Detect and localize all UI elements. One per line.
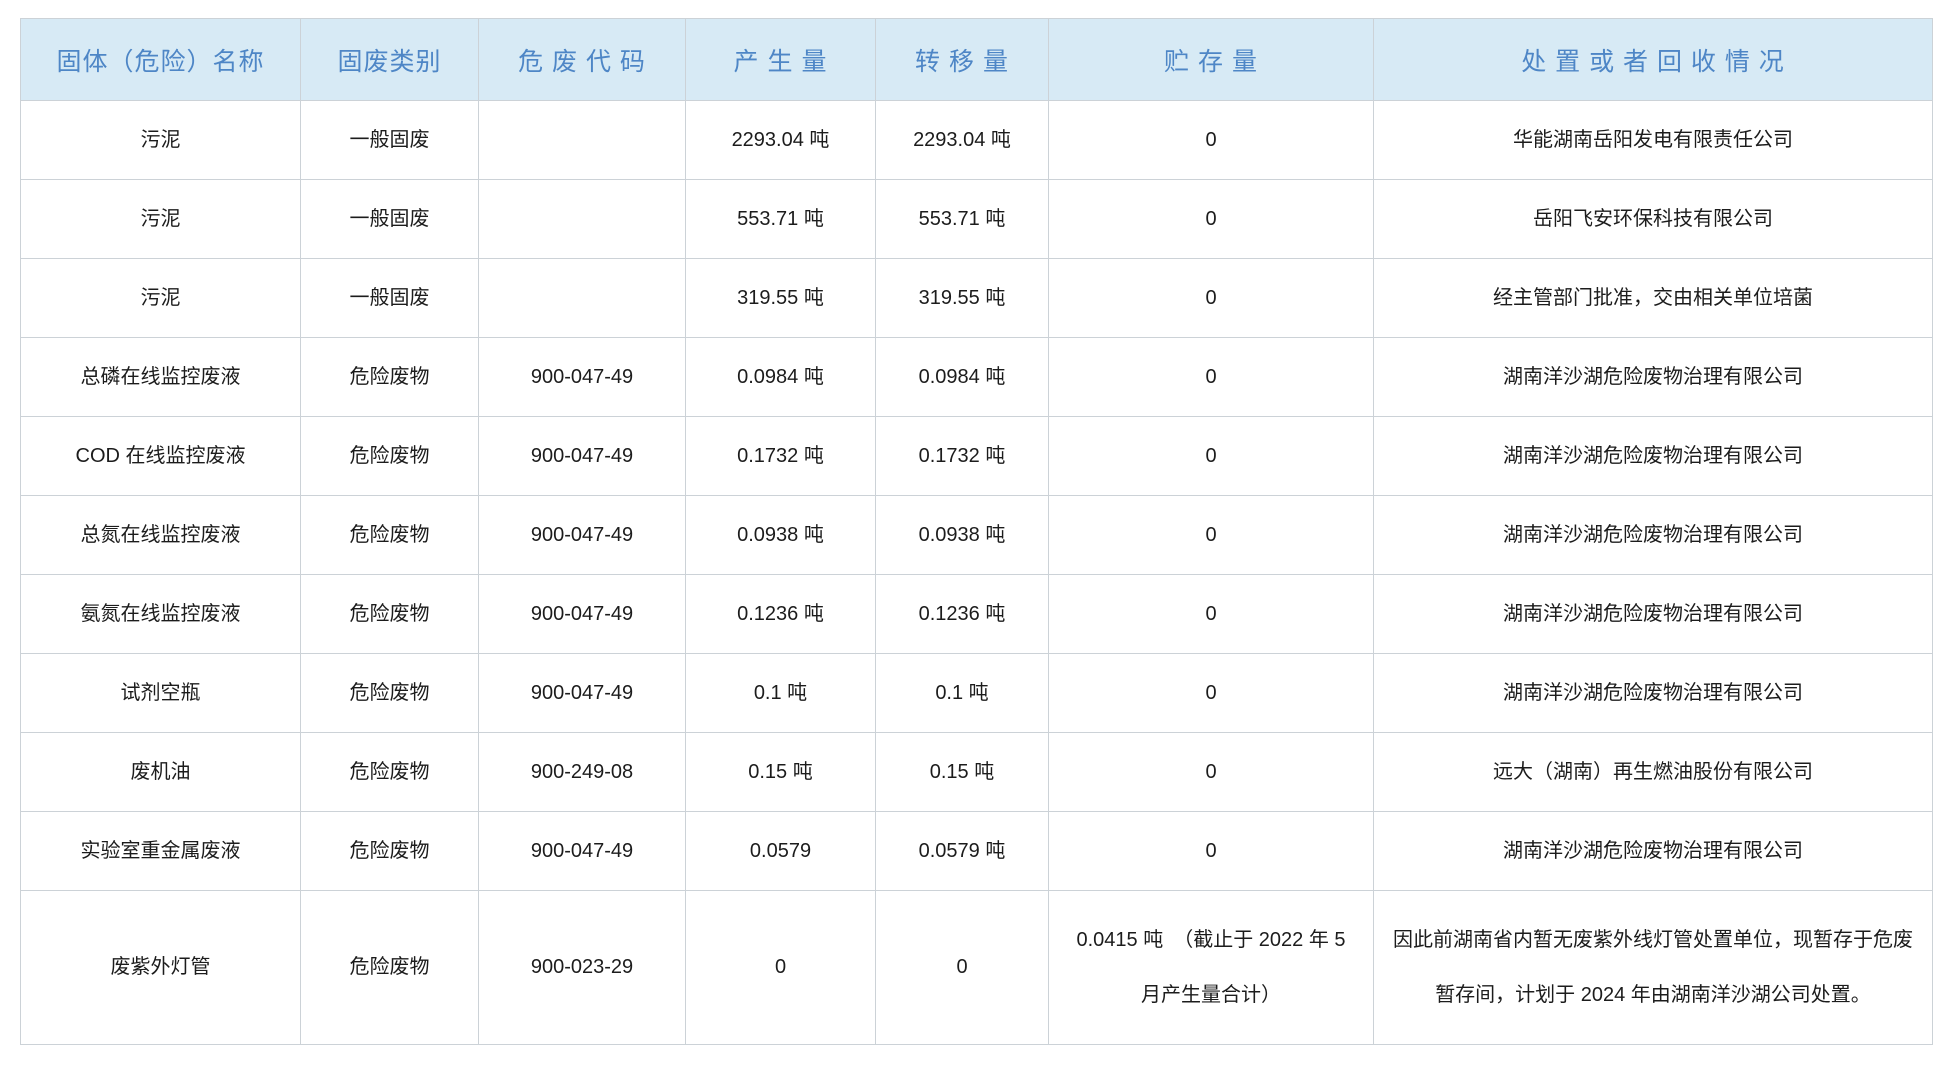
header-code: 危 废 代 码 (479, 19, 686, 101)
cell-transferred: 0.0579 吨 (876, 812, 1049, 891)
cell-category: 一般固废 (301, 101, 479, 180)
cell-produced: 0.1 吨 (686, 654, 876, 733)
cell-disposal: 远大（湖南）再生燃油股份有限公司 (1374, 733, 1933, 812)
cell-produced: 319.55 吨 (686, 259, 876, 338)
table-row: 污泥一般固废2293.04 吨2293.04 吨0华能湖南岳阳发电有限责任公司 (21, 101, 1933, 180)
cell-produced: 0.15 吨 (686, 733, 876, 812)
cell-stored: 0 (1049, 259, 1374, 338)
table-row: 总磷在线监控废液危险废物900-047-490.0984 吨0.0984 吨0湖… (21, 338, 1933, 417)
cell-transferred: 0.1 吨 (876, 654, 1049, 733)
cell-transferred: 553.71 吨 (876, 180, 1049, 259)
table-row: 废机油危险废物900-249-080.15 吨0.15 吨0远大（湖南）再生燃油… (21, 733, 1933, 812)
cell-name: 废紫外灯管 (21, 891, 301, 1045)
cell-transferred: 0 (876, 891, 1049, 1045)
cell-code (479, 101, 686, 180)
cell-transferred: 0.15 吨 (876, 733, 1049, 812)
cell-category: 危险废物 (301, 338, 479, 417)
table-row: 废紫外灯管危险废物900-023-29000.0415 吨 （截止于 2022 … (21, 891, 1933, 1045)
cell-produced: 0.0984 吨 (686, 338, 876, 417)
cell-code (479, 180, 686, 259)
cell-name: 总氮在线监控废液 (21, 496, 301, 575)
cell-category: 危险废物 (301, 417, 479, 496)
cell-disposal: 湖南洋沙湖危险废物治理有限公司 (1374, 338, 1933, 417)
cell-code: 900-047-49 (479, 575, 686, 654)
cell-produced: 0.1236 吨 (686, 575, 876, 654)
cell-stored: 0 (1049, 575, 1374, 654)
cell-name: 实验室重金属废液 (21, 812, 301, 891)
table-row: COD 在线监控废液危险废物900-047-490.1732 吨0.1732 吨… (21, 417, 1933, 496)
cell-name: 总磷在线监控废液 (21, 338, 301, 417)
table-body: 污泥一般固废2293.04 吨2293.04 吨0华能湖南岳阳发电有限责任公司污… (21, 101, 1933, 1045)
cell-category: 危险废物 (301, 812, 479, 891)
cell-disposal: 湖南洋沙湖危险废物治理有限公司 (1374, 496, 1933, 575)
cell-name: 污泥 (21, 101, 301, 180)
cell-code: 900-023-29 (479, 891, 686, 1045)
cell-produced: 0.0938 吨 (686, 496, 876, 575)
cell-stored: 0 (1049, 338, 1374, 417)
cell-category: 危险废物 (301, 575, 479, 654)
cell-code: 900-047-49 (479, 338, 686, 417)
cell-disposal: 华能湖南岳阳发电有限责任公司 (1374, 101, 1933, 180)
cell-stored: 0.0415 吨 （截止于 2022 年 5 月产生量合计） (1049, 891, 1374, 1045)
table-row: 污泥一般固废553.71 吨553.71 吨0岳阳飞安环保科技有限公司 (21, 180, 1933, 259)
header-name: 固体（危险）名称 (21, 19, 301, 101)
cell-category: 一般固废 (301, 259, 479, 338)
cell-transferred: 2293.04 吨 (876, 101, 1049, 180)
cell-code: 900-047-49 (479, 654, 686, 733)
cell-transferred: 0.1236 吨 (876, 575, 1049, 654)
cell-produced: 0.0579 (686, 812, 876, 891)
header-category: 固废类别 (301, 19, 479, 101)
cell-disposal: 岳阳飞安环保科技有限公司 (1374, 180, 1933, 259)
cell-produced: 0 (686, 891, 876, 1045)
cell-category: 危险废物 (301, 496, 479, 575)
cell-category: 危险废物 (301, 891, 479, 1045)
cell-name: 污泥 (21, 180, 301, 259)
cell-stored: 0 (1049, 654, 1374, 733)
table-row: 实验室重金属废液危险废物900-047-490.05790.0579 吨0湖南洋… (21, 812, 1933, 891)
cell-code: 900-047-49 (479, 417, 686, 496)
cell-disposal: 经主管部门批准，交由相关单位培菌 (1374, 259, 1933, 338)
cell-transferred: 319.55 吨 (876, 259, 1049, 338)
cell-transferred: 0.0984 吨 (876, 338, 1049, 417)
table-header-row: 固体（危险）名称 固废类别 危 废 代 码 产 生 量 转 移 量 贮 存 量 … (21, 19, 1933, 101)
cell-category: 危险废物 (301, 733, 479, 812)
header-transferred: 转 移 量 (876, 19, 1049, 101)
cell-disposal: 湖南洋沙湖危险废物治理有限公司 (1374, 417, 1933, 496)
cell-stored: 0 (1049, 417, 1374, 496)
cell-disposal: 因此前湖南省内暂无废紫外线灯管处置单位，现暂存于危废暂存间，计划于 2024 年… (1374, 891, 1933, 1045)
waste-table-container: 固体（危险）名称 固废类别 危 废 代 码 产 生 量 转 移 量 贮 存 量 … (20, 18, 1932, 1045)
header-produced: 产 生 量 (686, 19, 876, 101)
cell-stored: 0 (1049, 180, 1374, 259)
cell-name: 污泥 (21, 259, 301, 338)
cell-code: 900-047-49 (479, 496, 686, 575)
cell-disposal: 湖南洋沙湖危险废物治理有限公司 (1374, 812, 1933, 891)
cell-stored: 0 (1049, 812, 1374, 891)
cell-stored: 0 (1049, 733, 1374, 812)
cell-transferred: 0.0938 吨 (876, 496, 1049, 575)
cell-code: 900-249-08 (479, 733, 686, 812)
table-row: 污泥一般固废319.55 吨319.55 吨0经主管部门批准，交由相关单位培菌 (21, 259, 1933, 338)
table-row: 试剂空瓶危险废物900-047-490.1 吨0.1 吨0湖南洋沙湖危险废物治理… (21, 654, 1933, 733)
cell-produced: 553.71 吨 (686, 180, 876, 259)
table-row: 总氮在线监控废液危险废物900-047-490.0938 吨0.0938 吨0湖… (21, 496, 1933, 575)
cell-stored: 0 (1049, 101, 1374, 180)
cell-name: 氨氮在线监控废液 (21, 575, 301, 654)
table-row: 氨氮在线监控废液危险废物900-047-490.1236 吨0.1236 吨0湖… (21, 575, 1933, 654)
cell-transferred: 0.1732 吨 (876, 417, 1049, 496)
cell-name: 试剂空瓶 (21, 654, 301, 733)
cell-disposal: 湖南洋沙湖危险废物治理有限公司 (1374, 654, 1933, 733)
cell-category: 危险废物 (301, 654, 479, 733)
cell-name: COD 在线监控废液 (21, 417, 301, 496)
waste-table: 固体（危险）名称 固废类别 危 废 代 码 产 生 量 转 移 量 贮 存 量 … (20, 18, 1933, 1045)
cell-code: 900-047-49 (479, 812, 686, 891)
cell-disposal: 湖南洋沙湖危险废物治理有限公司 (1374, 575, 1933, 654)
cell-category: 一般固废 (301, 180, 479, 259)
header-disposal: 处 置 或 者 回 收 情 况 (1374, 19, 1933, 101)
cell-code (479, 259, 686, 338)
cell-name: 废机油 (21, 733, 301, 812)
cell-stored: 0 (1049, 496, 1374, 575)
cell-produced: 0.1732 吨 (686, 417, 876, 496)
header-stored: 贮 存 量 (1049, 19, 1374, 101)
cell-produced: 2293.04 吨 (686, 101, 876, 180)
